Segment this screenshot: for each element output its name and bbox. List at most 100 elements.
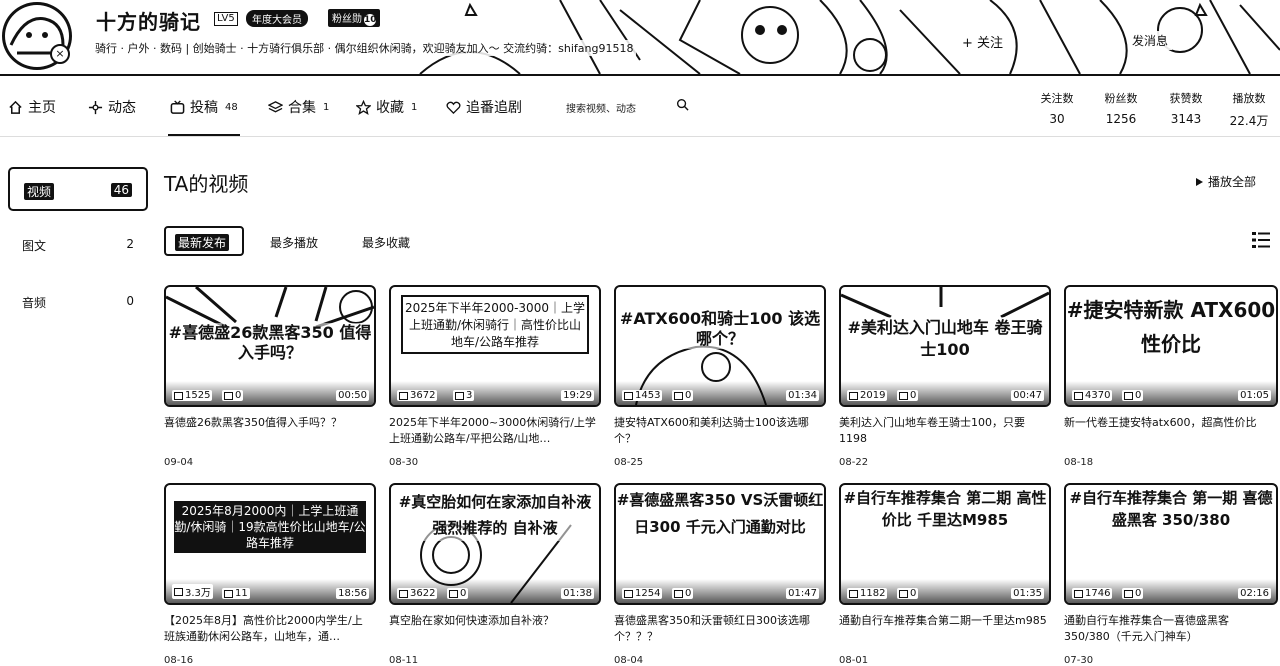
thumbnail-title: 2025年8月2000内｜上学上班通勤/休闲骑｜19款高性价比山地车/公路车推荐: [174, 501, 366, 553]
video-card[interactable]: #喜德盛黑客350 VS沃雷顿红日300 千元入门通勤对比 1254 0 01:…: [614, 483, 826, 666]
play-count-icon: [1074, 391, 1083, 400]
comment-count-value: 0: [910, 588, 917, 599]
sidebar-item-article[interactable]: 图文 2: [8, 223, 148, 267]
video-thumbnail[interactable]: #喜德盛黑客350 VS沃雷顿红日300 千元入门通勤对比 1254 0 01:…: [614, 483, 826, 605]
search-input[interactable]: 搜索视频、动态: [566, 100, 636, 115]
message-button[interactable]: 发消息: [1128, 31, 1173, 50]
video-title[interactable]: 通勤自行车推荐集合一喜德盛黑客350/380（千元入门神车）: [1064, 613, 1276, 645]
video-card[interactable]: #喜德盛26款黑客350 值得入手吗？ 1525 0 00:50 喜德盛26款黑…: [164, 285, 376, 468]
tab-dynamic-label: 动态: [108, 100, 136, 116]
play-all-button[interactable]: 播放全部: [1195, 173, 1256, 190]
video-thumbnail[interactable]: #ATX600和骑士100 该选哪个？ 1453 0 01:34: [614, 285, 826, 407]
video-title[interactable]: 2025年下半年2000~3000休闲骑行/上学上班通勤公路车/平把公路/山地…: [389, 415, 601, 447]
fan-medal[interactable]: 粉丝勋 10: [328, 9, 380, 27]
vip-badge[interactable]: 年度大会员: [246, 10, 308, 27]
video-thumbnail[interactable]: #美利达入门山地车 卷王骑士100 2019 0 00:47: [839, 285, 1051, 407]
video-thumbnail[interactable]: 2025年下半年2000-3000｜上学上班通勤/休闲骑行｜高性价比山地车/公路…: [389, 285, 601, 407]
play-count-value: 1254: [635, 588, 661, 599]
tab-bangumi-label: 追番追剧: [466, 100, 522, 116]
sidebar-item-label: 图文: [22, 239, 47, 253]
profile-banner: × 十方的骑记 LV5 年度大会员 粉丝勋 10 骑行 · 户外 · 数码 | 创…: [0, 0, 1280, 76]
video-date: 08-25: [614, 457, 644, 468]
video-card[interactable]: 2025年8月2000内｜上学上班通勤/休闲骑｜19款高性价比山地车/公路车推荐…: [164, 483, 376, 666]
comment-count-icon: [449, 589, 458, 598]
sidebar-item-audio[interactable]: 音频 0: [8, 280, 148, 324]
sidebar-item-count: 46: [110, 183, 132, 197]
tab-posts-count: 48: [225, 101, 238, 113]
comment-count: 0: [672, 588, 694, 599]
video-duration: 00:50: [336, 390, 369, 401]
tab-favorites[interactable]: 收藏 1: [356, 97, 417, 117]
stat-plays: 播放数 22.4万: [1219, 90, 1279, 129]
comment-count-icon: [899, 391, 908, 400]
star-icon: [356, 99, 371, 115]
video-card[interactable]: #真空胎如何在家添加自补液 强烈推荐的 自补液 3622 0 01:38 真空胎…: [389, 483, 601, 666]
video-thumbnail[interactable]: #自行车推荐集合 第二期 高性价比 千里达M985 1182 0 01:35: [839, 483, 1051, 605]
play-count-icon: [174, 391, 183, 400]
video-thumbnail[interactable]: 2025年8月2000内｜上学上班通勤/休闲骑｜19款高性价比山地车/公路车推荐…: [164, 483, 376, 605]
video-card[interactable]: #自行车推荐集合 第一期 喜德盛黑客 350/380 1746 0 02:16 …: [1064, 483, 1278, 666]
tab-collections-label: 合集: [288, 100, 316, 116]
comment-count-value: 3: [466, 390, 473, 401]
layers-icon: [268, 100, 283, 112]
video-title[interactable]: 捷安特ATX600和美利达骑士100该选哪个？: [614, 415, 826, 447]
play-count-value: 2019: [860, 390, 886, 401]
video-duration: 01:47: [786, 588, 819, 599]
video-date: 08-18: [1064, 457, 1094, 468]
profile-nav: 主页 动态 投稿 48 合集 1 收藏 1 追番追剧: [0, 76, 1280, 137]
tab-dynamic[interactable]: 动态: [88, 97, 136, 117]
comment-count-icon: [224, 391, 233, 400]
tab-favorites-label: 收藏: [376, 100, 404, 116]
play-count-icon: [624, 589, 633, 598]
sidebar-item-video[interactable]: 视频 46: [8, 167, 148, 211]
sort-tab-latest[interactable]: 最新发布: [164, 226, 244, 256]
sidebar-item-label: 视频: [24, 183, 55, 200]
comment-count-icon: [1124, 391, 1133, 400]
tab-bangumi[interactable]: 追番追剧: [446, 97, 522, 117]
sort-tab-most-favorited[interactable]: 最多收藏: [362, 234, 410, 251]
video-thumbnail[interactable]: #自行车推荐集合 第一期 喜德盛黑客 350/380 1746 0 02:16: [1064, 483, 1278, 605]
video-title[interactable]: 【2025年8月】高性价比2000内学生/上班族通勤休闲公路车，山地车，通…: [164, 613, 376, 645]
video-title[interactable]: 美利达入门山地车卷王骑士100，只要1198: [839, 415, 1051, 447]
tab-collections[interactable]: 合集 1: [268, 97, 329, 117]
video-card[interactable]: 2025年下半年2000-3000｜上学上班通勤/休闲骑行｜高性价比山地车/公路…: [389, 285, 601, 468]
list-view-icon[interactable]: [1251, 230, 1271, 250]
video-duration: 02:16: [1238, 588, 1271, 599]
video-title[interactable]: 喜德盛黑客350和沃雷顿红日300该选哪个？？？: [614, 613, 826, 645]
video-thumbnail[interactable]: #喜德盛26款黑客350 值得入手吗？ 1525 0 00:50: [164, 285, 376, 407]
play-count: 1525: [172, 390, 213, 401]
tab-home[interactable]: 主页: [8, 97, 56, 117]
video-card[interactable]: #美利达入门山地车 卷王骑士100 2019 0 00:47 美利达入门山地车卷…: [839, 285, 1051, 468]
play-count-value: 1182: [860, 588, 886, 599]
stat-followers[interactable]: 粉丝数 1256: [1091, 90, 1151, 126]
stat-following[interactable]: 关注数 30: [1027, 90, 1087, 126]
comment-count-icon: [674, 589, 683, 598]
sidebar-item-count: 2: [126, 237, 134, 251]
play-count: 1182: [847, 588, 888, 599]
section-title: TA的视频: [164, 172, 249, 196]
video-title[interactable]: 真空胎在家如何快速添加自补液？: [389, 613, 601, 645]
thumbnail-title: #喜德盛26款黑客350 值得入手吗？: [166, 323, 374, 363]
video-card[interactable]: #捷安特新款 ATX600 性价比 4370 0 01:05 新一代卷王捷安特a…: [1064, 285, 1278, 468]
video-title[interactable]: 新一代卷王捷安特atx600，超高性价比: [1064, 415, 1276, 447]
thumbnail-title: #喜德盛黑客350 VS沃雷顿红日300 千元入门通勤对比: [616, 487, 824, 541]
video-duration: 00:47: [1011, 390, 1044, 401]
comment-count: 0: [1122, 588, 1144, 599]
video-card[interactable]: #自行车推荐集合 第二期 高性价比 千里达M985 1182 0 01:35 通…: [839, 483, 1051, 666]
video-card[interactable]: #ATX600和骑士100 该选哪个？ 1453 0 01:34 捷安特ATX6…: [614, 285, 826, 468]
tab-home-label: 主页: [28, 100, 56, 116]
video-thumbnail[interactable]: #捷安特新款 ATX600 性价比 4370 0 01:05: [1064, 285, 1278, 407]
search-icon[interactable]: [676, 98, 689, 111]
video-date: 07-30: [1064, 655, 1094, 666]
stat-label: 粉丝数: [1104, 92, 1138, 105]
video-date: 08-30: [389, 457, 419, 468]
video-title[interactable]: 通勤自行车推荐集合第二期一千里达m985: [839, 613, 1051, 645]
fan-medal-label: 粉丝勋: [332, 14, 362, 25]
tab-posts[interactable]: 投稿 48: [168, 97, 240, 136]
video-title[interactable]: 喜德盛26款黑客350值得入手吗？？: [164, 415, 376, 447]
thumbnail-title: #ATX600和骑士100 该选哪个？: [616, 309, 824, 349]
thumbnail-title: #美利达入门山地车 卷王骑士100: [841, 317, 1049, 361]
sort-tab-most-played[interactable]: 最多播放: [270, 234, 318, 251]
video-thumbnail[interactable]: #真空胎如何在家添加自补液 强烈推荐的 自补液 3622 0 01:38: [389, 483, 601, 605]
follow-button[interactable]: + 关注: [958, 31, 1008, 52]
